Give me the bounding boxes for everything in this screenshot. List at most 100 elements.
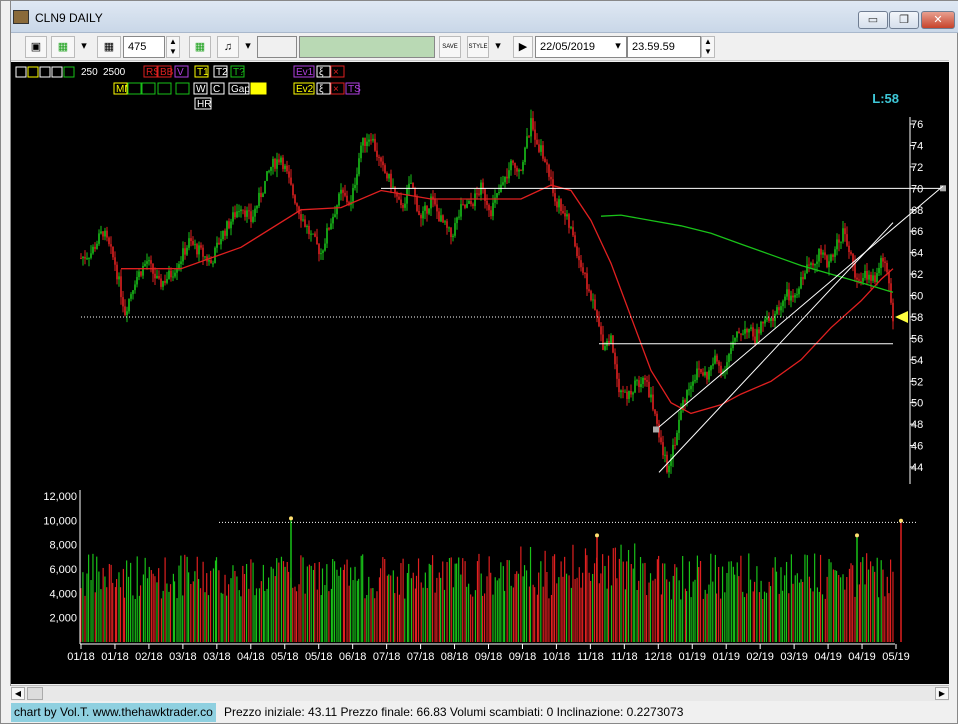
candle [558, 199, 560, 208]
save-chart-button[interactable]: SAVE [439, 36, 461, 58]
candle [200, 245, 202, 248]
candle [478, 193, 480, 195]
candle [694, 379, 696, 382]
candle [198, 245, 200, 255]
candle [856, 277, 858, 280]
candle [838, 239, 840, 243]
indicator-label: T2 [216, 67, 228, 78]
price-tick-label: 66 [911, 226, 923, 238]
candle [762, 321, 764, 324]
candle [618, 378, 620, 393]
candle [184, 248, 186, 255]
candle [582, 267, 584, 274]
time-input[interactable]: 23.59.59 [627, 36, 701, 58]
time-tick-label: 02/18 [135, 651, 163, 663]
candle [876, 273, 878, 283]
candle [626, 391, 628, 399]
bars-stepper[interactable]: ▲ ▼ [166, 36, 180, 58]
chevron-down-icon[interactable]: ▾ [491, 36, 505, 58]
candle [818, 248, 820, 262]
speaker-icon[interactable]: ♫ [217, 36, 239, 58]
candle [742, 333, 744, 335]
horizontal-scrollbar[interactable]: ◀ ▶ [11, 685, 949, 701]
candle [466, 203, 468, 208]
close-button[interactable]: ✕ [921, 11, 955, 29]
candle [864, 270, 866, 278]
candle [814, 263, 816, 266]
blank-field[interactable] [257, 36, 297, 58]
candle [366, 141, 368, 146]
candle [358, 158, 360, 175]
title-bar: CLN9 DAILY ▭ ❐ ✕ [1, 1, 958, 33]
scroll-thumb[interactable] [27, 687, 43, 700]
time-tick-label: 05/18 [305, 651, 333, 663]
price-tick-label: 76 [911, 119, 923, 131]
candle [454, 223, 456, 236]
candle [334, 214, 336, 217]
candle [490, 210, 492, 217]
minimize-button[interactable]: ▭ [858, 11, 888, 29]
indicator-label: T1 [197, 67, 209, 78]
candle [226, 221, 228, 236]
candle [236, 211, 238, 218]
candle [526, 136, 528, 148]
candle [668, 465, 670, 473]
candle [656, 413, 658, 424]
chart-area[interactable]: 250 2500 RS BB V T1 T2 T? Ev1 ξ × MM W C Gap Ev2 ξ × TS HR … [11, 62, 949, 684]
credit-link[interactable]: chart by Vol.T. www.thehawktrader.co [11, 703, 216, 722]
candle [276, 159, 278, 169]
candle [238, 211, 240, 213]
restore-button[interactable]: ❐ [889, 11, 919, 29]
chevron-down-icon[interactable]: ▾ [77, 36, 91, 58]
candle [176, 269, 178, 273]
candle [336, 205, 338, 215]
save-disk-icon[interactable]: ▣ [25, 36, 47, 58]
candle [362, 137, 364, 146]
time-tick-label: 01/19 [712, 651, 740, 663]
candle [492, 202, 494, 217]
candle [416, 196, 418, 211]
indicator-button [141, 82, 156, 95]
time-tick-label: 04/18 [237, 651, 265, 663]
candle [798, 288, 800, 295]
candle [620, 390, 622, 393]
candle [400, 199, 402, 205]
candle [110, 244, 112, 247]
bars-count-input[interactable]: 475 [123, 36, 165, 58]
candle [414, 188, 416, 197]
play-icon[interactable]: ▶ [513, 36, 533, 58]
candle [664, 454, 666, 456]
candle [254, 208, 256, 217]
candle [286, 165, 288, 172]
candle [866, 270, 868, 280]
style-button[interactable]: STYLE [467, 36, 489, 58]
candle [118, 276, 120, 280]
candle [316, 236, 318, 245]
indicator-toolbar[interactable]: 250 2500 RS BB V T1 T2 T? Ev1 ξ ×MM W C Gap Ev2 ξ × TSHR [15, 65, 361, 110]
scroll-right-button[interactable]: ▶ [935, 687, 949, 700]
candle [444, 221, 446, 223]
candle [712, 363, 714, 366]
candle [406, 188, 408, 204]
chart-type-icon[interactable]: ▦ [51, 36, 75, 58]
candle [232, 212, 234, 222]
candle [596, 310, 598, 317]
price-tick-label: 44 [911, 462, 923, 474]
time-stepper[interactable]: ▲ ▼ [701, 36, 715, 58]
calculator-icon[interactable]: ▦ [97, 36, 121, 58]
candle [704, 371, 706, 376]
candle [654, 409, 656, 414]
chevron-down-icon[interactable]: ▾ [241, 36, 255, 58]
drawing-tool-icon [51, 66, 63, 78]
candle [634, 380, 636, 393]
indicator-icon[interactable]: ▦ [189, 36, 211, 58]
candle [128, 298, 130, 312]
candle [442, 215, 444, 223]
candle [610, 335, 612, 344]
price-volume-chart[interactable]: 250 2500 RS BB V T1 T2 T? Ev1 ξ ×MM W C Gap Ev2 ξ × TSHR … [11, 62, 949, 684]
candle [748, 328, 750, 333]
candle [328, 228, 330, 230]
candle [806, 264, 808, 274]
scroll-left-button[interactable]: ◀ [11, 687, 25, 700]
chevron-down-icon[interactable]: ▾ [611, 36, 625, 58]
